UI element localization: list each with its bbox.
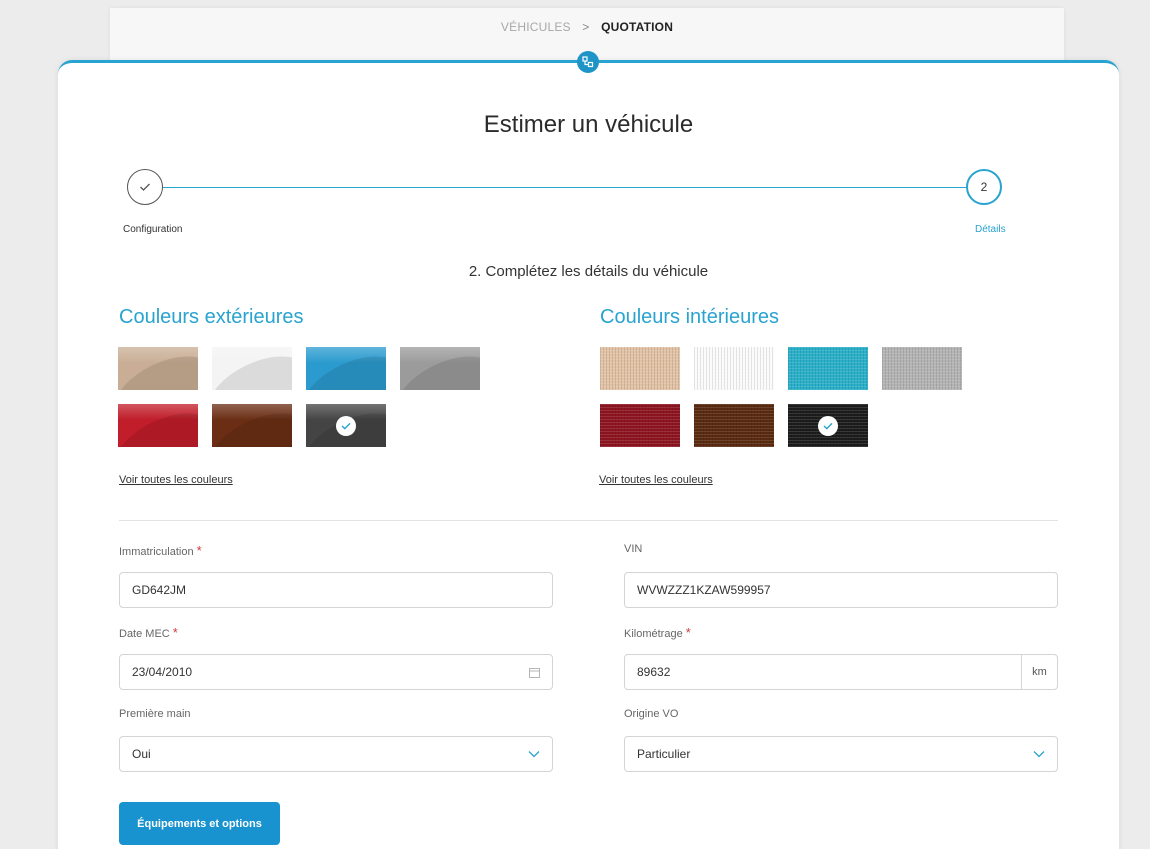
premiere-main-label: Première main <box>119 708 191 720</box>
exterior-color-swatch[interactable] <box>306 347 386 390</box>
date-mec-input[interactable]: 23/04/2010 <box>119 654 553 690</box>
breadcrumb-separator: > <box>582 20 590 34</box>
kilometrage-label-text: Kilométrage <box>624 628 683 640</box>
interior-color-swatch[interactable] <box>788 404 868 447</box>
exterior-color-swatch[interactable] <box>118 404 198 447</box>
date-mec-label-text: Date MEC <box>119 628 170 640</box>
interior-see-all-colors-link[interactable]: Voir toutes les couleurs <box>599 474 713 486</box>
interior-color-swatch[interactable] <box>882 347 962 390</box>
page-title: Estimer un véhicule <box>483 111 694 138</box>
immatriculation-label: Immatriculation * <box>119 543 202 558</box>
stepper-progress-line <box>152 187 968 188</box>
immatriculation-input[interactable]: GD642JM <box>119 572 553 608</box>
exterior-color-swatch[interactable] <box>212 404 292 447</box>
interior-color-swatch[interactable] <box>600 404 680 447</box>
required-marker: * <box>685 625 691 640</box>
selected-check-icon <box>336 416 356 436</box>
step-configuration-label: Configuration <box>123 224 183 235</box>
chevron-down-icon <box>528 751 540 758</box>
kilometrage-input[interactable]: 89632 km <box>624 654 1058 690</box>
interior-color-swatch[interactable] <box>694 404 774 447</box>
kilometrage-value: 89632 <box>637 665 671 679</box>
interior-color-swatch[interactable] <box>694 347 774 390</box>
exterior-colors-title: Couleurs extérieures <box>119 306 304 328</box>
divider <box>119 520 1058 521</box>
interior-color-swatch[interactable] <box>788 347 868 390</box>
exterior-color-swatch[interactable] <box>212 347 292 390</box>
origine-vo-select[interactable]: Particulier <box>624 736 1058 772</box>
premiere-main-select[interactable]: Oui <box>119 736 553 772</box>
step-number: 2 <box>980 180 988 194</box>
check-icon <box>140 183 150 191</box>
breadcrumb-current: QUOTATION <box>601 20 674 34</box>
vin-label: VIN <box>624 543 643 555</box>
step-details-label: Détails <box>975 224 1006 235</box>
calendar-icon[interactable] <box>529 667 540 678</box>
selected-check-icon <box>818 416 838 436</box>
step-details[interactable]: 2 <box>966 169 1002 205</box>
origine-vo-value: Particulier <box>637 747 691 761</box>
breadcrumb-vehicles-link[interactable]: VÉHICULES <box>501 20 571 34</box>
vin-value: WVWZZZ1KZAW599957 <box>637 583 771 597</box>
exterior-color-swatch[interactable] <box>118 347 198 390</box>
step-configuration[interactable] <box>127 169 163 205</box>
chevron-down-icon <box>1033 751 1045 758</box>
required-marker: * <box>172 625 178 640</box>
origine-vo-label: Origine VO <box>624 708 679 720</box>
kilometrage-label: Kilométrage * <box>624 625 691 640</box>
interior-colors-title: Couleurs intérieures <box>600 306 779 328</box>
date-mec-value: 23/04/2010 <box>132 665 193 679</box>
quotation-card: Estimer un véhicule 2 Configuration Déta… <box>58 51 1119 849</box>
interior-color-swatch[interactable] <box>600 347 680 390</box>
equipments-options-button[interactable]: Équipements et options <box>119 802 280 845</box>
exterior-color-swatch[interactable] <box>400 347 480 390</box>
date-mec-label: Date MEC * <box>119 625 178 640</box>
exterior-see-all-colors-link[interactable]: Voir toutes les couleurs <box>119 474 233 486</box>
quotation-badge-icon <box>577 51 599 73</box>
exterior-color-swatch[interactable] <box>306 404 386 447</box>
immatriculation-value: GD642JM <box>132 583 187 597</box>
required-marker: * <box>196 543 202 558</box>
premiere-main-value: Oui <box>132 747 151 761</box>
immatriculation-label-text: Immatriculation <box>119 546 194 558</box>
vin-input[interactable]: WVWZZZ1KZAW599957 <box>624 572 1058 608</box>
km-unit-addon: km <box>1021 655 1057 689</box>
section-subtitle: 2. Complétez les détails du véhicule <box>468 263 709 280</box>
